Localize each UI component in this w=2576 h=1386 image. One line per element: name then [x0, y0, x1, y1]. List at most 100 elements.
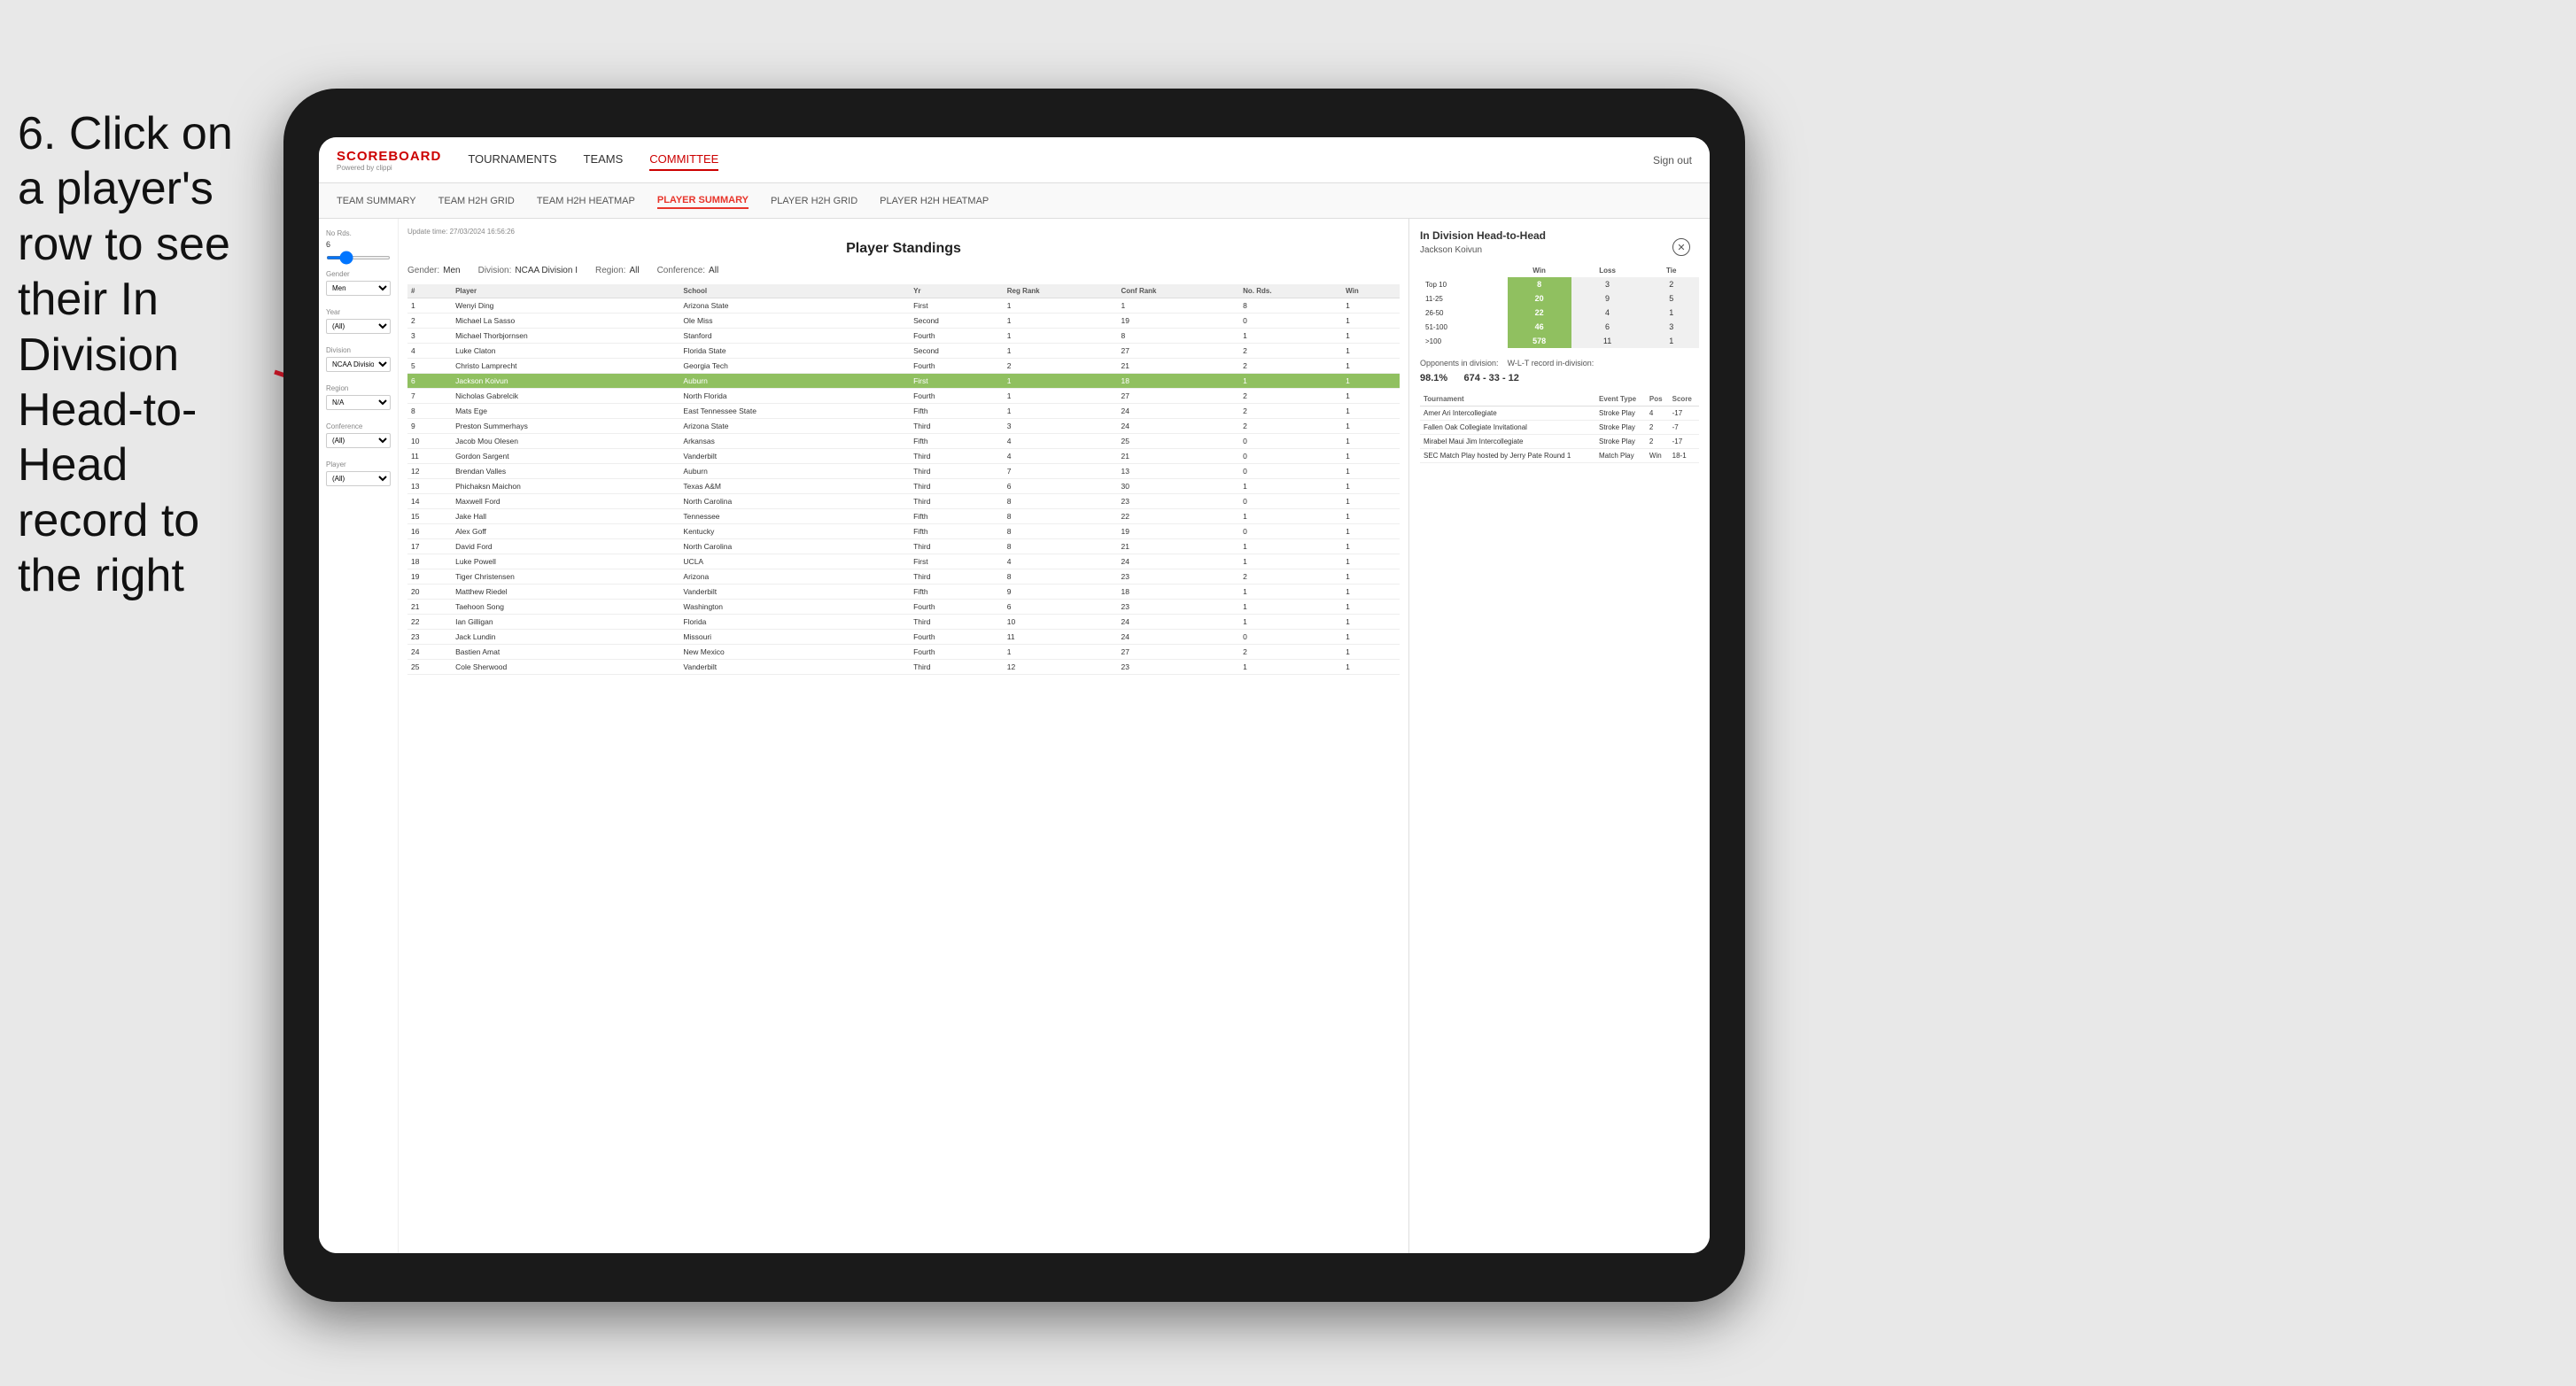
cell-player: Preston Summerhays [452, 419, 679, 434]
cell-yr: Second [910, 344, 1004, 359]
cell-yr: Fourth [910, 389, 1004, 404]
cell-conf-rank: 22 [1118, 509, 1240, 524]
tourn-cell-score: -17 [1669, 435, 1699, 449]
table-row[interactable]: 17 David Ford North Carolina Third 8 21 … [407, 539, 1400, 554]
no-rds-slider[interactable] [326, 252, 391, 261]
subnav-team-h2h-grid[interactable]: TEAM H2H GRID [438, 194, 515, 208]
cell-win: 1 [1342, 645, 1400, 660]
no-rds-section: No Rds. 6 [326, 229, 391, 261]
cell-yr: Fifth [910, 585, 1004, 600]
table-row[interactable]: 10 Jacob Mou Olesen Arkansas Fifth 4 25 … [407, 434, 1400, 449]
cell-reg-rank: 3 [1004, 419, 1118, 434]
cell-school: Vanderbilt [679, 449, 910, 464]
cell-no-rds: 2 [1239, 389, 1342, 404]
table-row[interactable]: 11 Gordon Sargent Vanderbilt Third 4 21 … [407, 449, 1400, 464]
cell-school: Florida [679, 615, 910, 630]
h2h-table-row: 51-100 46 6 3 [1420, 320, 1699, 334]
cell-yr: Third [910, 615, 1004, 630]
region-filter-display: Region: All [595, 266, 640, 275]
cell-win: 1 [1342, 554, 1400, 569]
table-row[interactable]: 25 Cole Sherwood Vanderbilt Third 12 23 … [407, 660, 1400, 675]
h2h-cell-win: 578 [1508, 334, 1571, 348]
cell-reg-rank: 8 [1004, 569, 1118, 585]
table-row[interactable]: 23 Jack Lundin Missouri Fourth 11 24 0 1 [407, 630, 1400, 645]
col-player: Player [452, 284, 679, 298]
subnav-team-h2h-heatmap[interactable]: TEAM H2H HEATMAP [537, 194, 635, 208]
cell-rank: 13 [407, 479, 452, 494]
cell-rank: 5 [407, 359, 452, 374]
region-select[interactable]: N/A [326, 395, 391, 410]
cell-player: Alex Goff [452, 524, 679, 539]
h2h-header: In Division Head-to-Head Jackson Koivun … [1420, 229, 1699, 255]
table-row[interactable]: 22 Ian Gilligan Florida Third 10 24 1 1 [407, 615, 1400, 630]
player-select[interactable]: (All) [326, 471, 391, 486]
cell-rank: 24 [407, 645, 452, 660]
table-row[interactable]: 24 Bastien Amat New Mexico Fourth 1 27 2… [407, 645, 1400, 660]
cell-rank: 3 [407, 329, 452, 344]
cell-yr: First [910, 554, 1004, 569]
cell-no-rds: 0 [1239, 524, 1342, 539]
subnav-player-h2h-grid[interactable]: PLAYER H2H GRID [771, 194, 857, 208]
subnav-player-summary[interactable]: PLAYER SUMMARY [657, 193, 749, 209]
cell-rank: 17 [407, 539, 452, 554]
cell-no-rds: 0 [1239, 464, 1342, 479]
close-h2h-button[interactable]: ✕ [1672, 238, 1690, 256]
table-row[interactable]: 5 Christo Lamprecht Georgia Tech Fourth … [407, 359, 1400, 374]
year-select[interactable]: (All) [326, 319, 391, 334]
col-conf-rank: Conf Rank [1118, 284, 1240, 298]
table-row[interactable]: 1 Wenyi Ding Arizona State First 1 1 8 1 [407, 298, 1400, 314]
table-row[interactable]: 18 Luke Powell UCLA First 4 24 1 1 [407, 554, 1400, 569]
table-row[interactable]: 4 Luke Claton Florida State Second 1 27 … [407, 344, 1400, 359]
table-row[interactable]: 20 Matthew Riedel Vanderbilt Fifth 9 18 … [407, 585, 1400, 600]
table-row[interactable]: 21 Taehoon Song Washington Fourth 6 23 1… [407, 600, 1400, 615]
cell-player: Michael Thorbjornsen [452, 329, 679, 344]
table-row[interactable]: 12 Brendan Valles Auburn Third 7 13 0 1 [407, 464, 1400, 479]
cell-yr: Fifth [910, 434, 1004, 449]
cell-reg-rank: 12 [1004, 660, 1118, 675]
col-no-rds: No. Rds. [1239, 284, 1342, 298]
table-row[interactable]: 19 Tiger Christensen Arizona Third 8 23 … [407, 569, 1400, 585]
cell-reg-rank: 4 [1004, 554, 1118, 569]
subnav-team-summary[interactable]: TEAM SUMMARY [337, 194, 416, 208]
cell-school: East Tennessee State [679, 404, 910, 419]
wlt-record-row: 98.1% 674 - 33 - 12 [1420, 373, 1699, 383]
no-rds-label: No Rds. [326, 229, 391, 237]
nav-committee[interactable]: COMMITTEE [649, 149, 718, 171]
nav-tournaments[interactable]: TOURNAMENTS [468, 149, 556, 171]
table-row[interactable]: 16 Alex Goff Kentucky Fifth 8 19 0 1 [407, 524, 1400, 539]
cell-yr: Third [910, 419, 1004, 434]
cell-school: Florida State [679, 344, 910, 359]
cell-no-rds: 2 [1239, 344, 1342, 359]
table-row[interactable]: 9 Preston Summerhays Arizona State Third… [407, 419, 1400, 434]
cell-no-rds: 1 [1239, 329, 1342, 344]
cell-conf-rank: 23 [1118, 600, 1240, 615]
cell-reg-rank: 11 [1004, 630, 1118, 645]
sign-out-button[interactable]: Sign out [1653, 154, 1692, 166]
table-row[interactable]: 14 Maxwell Ford North Carolina Third 8 2… [407, 494, 1400, 509]
table-row[interactable]: 6 Jackson Koivun Auburn First 1 18 1 1 [407, 374, 1400, 389]
cell-school: Vanderbilt [679, 660, 910, 675]
nav-links: TOURNAMENTS TEAMS COMMITTEE [468, 149, 1653, 171]
subnav-player-h2h-heatmap[interactable]: PLAYER H2H HEATMAP [880, 194, 989, 208]
division-select[interactable]: NCAA Division I [326, 357, 391, 372]
h2h-player-name: Jackson Koivun [1420, 245, 1699, 255]
table-row[interactable]: 15 Jake Hall Tennessee Fifth 8 22 1 1 [407, 509, 1400, 524]
cell-reg-rank: 8 [1004, 494, 1118, 509]
col-school: School [679, 284, 910, 298]
conference-select[interactable]: (All) [326, 433, 391, 448]
table-row[interactable]: 3 Michael Thorbjornsen Stanford Fourth 1… [407, 329, 1400, 344]
sub-nav: TEAM SUMMARY TEAM H2H GRID TEAM H2H HEAT… [319, 183, 1710, 219]
table-row[interactable]: 8 Mats Ege East Tennessee State Fifth 1 … [407, 404, 1400, 419]
cell-conf-rank: 24 [1118, 554, 1240, 569]
cell-school: North Carolina [679, 494, 910, 509]
tourn-cell-pos: 2 [1646, 435, 1669, 449]
table-row[interactable]: 13 Phichaksn Maichon Texas A&M Third 6 3… [407, 479, 1400, 494]
nav-teams[interactable]: TEAMS [584, 149, 624, 171]
division-filter-section: Division NCAA Division I [326, 346, 391, 372]
cell-conf-rank: 8 [1118, 329, 1240, 344]
cell-player: Ian Gilligan [452, 615, 679, 630]
table-row[interactable]: 2 Michael La Sasso Ole Miss Second 1 19 … [407, 314, 1400, 329]
table-row[interactable]: 7 Nicholas Gabrelcik North Florida Fourt… [407, 389, 1400, 404]
gender-select[interactable]: Men [326, 281, 391, 296]
cell-win: 1 [1342, 449, 1400, 464]
